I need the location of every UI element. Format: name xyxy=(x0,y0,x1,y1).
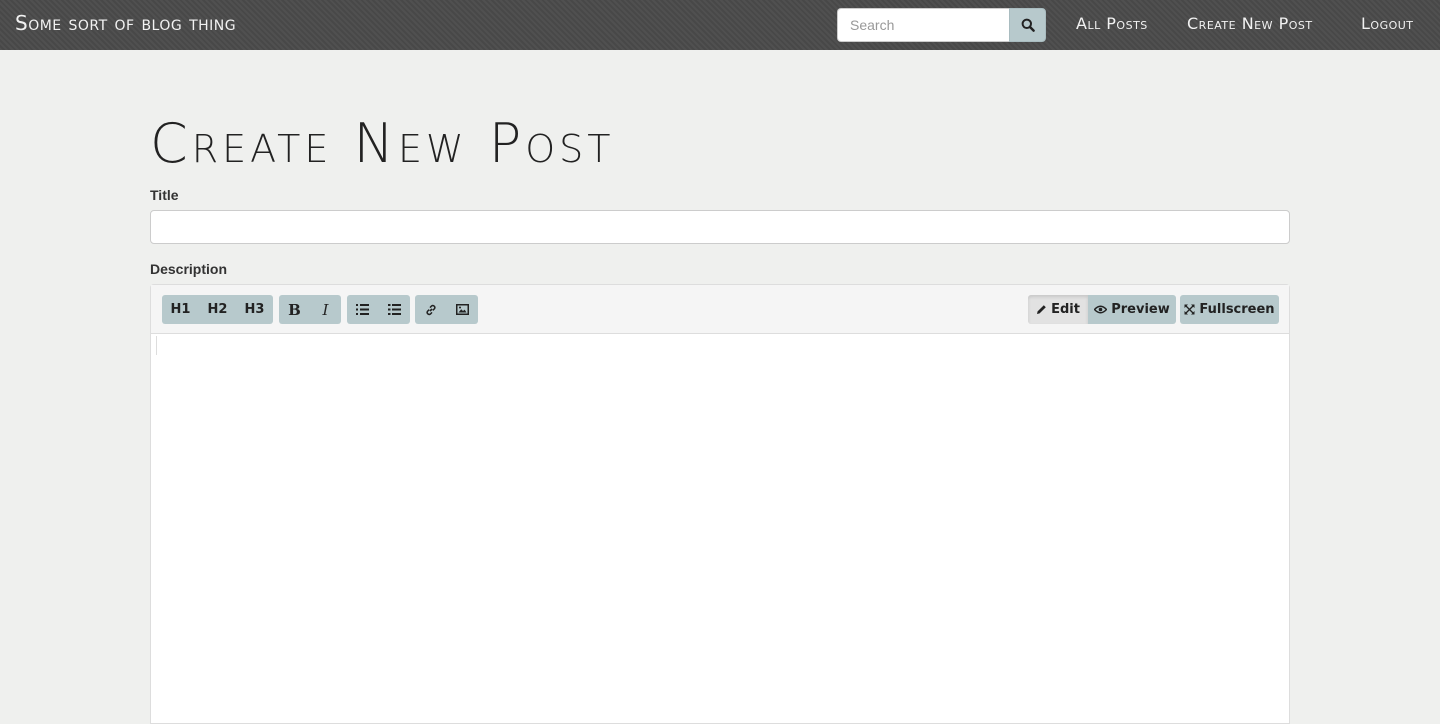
heading-button-group: H1 H2 H3 xyxy=(162,295,273,324)
link-button[interactable] xyxy=(415,295,446,324)
nav-logout[interactable]: Logout xyxy=(1361,14,1414,33)
h1-button[interactable]: H1 xyxy=(162,295,199,324)
ordered-list-icon xyxy=(387,304,401,315)
nav-create-new-post[interactable]: Create New Post xyxy=(1187,14,1313,33)
list-button-group xyxy=(347,295,410,324)
page-title: Create New Post xyxy=(150,112,615,175)
ordered-list-button[interactable] xyxy=(378,295,410,324)
unordered-list-icon xyxy=(356,304,369,315)
fullscreen-icon xyxy=(1184,304,1195,315)
search-icon xyxy=(1021,18,1035,32)
format-button-group: B I xyxy=(279,295,341,324)
fullscreen-label: Fullscreen xyxy=(1199,302,1275,317)
h2-button[interactable]: H2 xyxy=(199,295,236,324)
italic-button[interactable]: I xyxy=(310,295,341,324)
image-icon xyxy=(455,304,469,315)
navbar: Some sort of blog thing All Posts Create… xyxy=(0,0,1440,50)
editor-toolbar: H1 H2 H3 B I Edit Preview Fullscreen xyxy=(151,285,1289,334)
nav-all-posts[interactable]: All Posts xyxy=(1076,14,1148,33)
editor-textarea[interactable] xyxy=(151,334,1289,714)
search-button[interactable] xyxy=(1009,8,1046,42)
eye-icon xyxy=(1094,305,1108,314)
fullscreen-button-group: Fullscreen xyxy=(1180,295,1279,324)
preview-label: Preview xyxy=(1111,302,1170,317)
fullscreen-button[interactable]: Fullscreen xyxy=(1180,295,1279,324)
bold-button[interactable]: B xyxy=(279,295,310,324)
markdown-editor: H1 H2 H3 B I Edit Preview Fullscreen xyxy=(150,284,1290,724)
search-input[interactable] xyxy=(837,8,1009,42)
edit-mode-button[interactable]: Edit xyxy=(1028,295,1088,324)
mode-button-group: Edit Preview xyxy=(1028,295,1176,324)
title-input[interactable] xyxy=(150,210,1290,244)
image-button[interactable] xyxy=(446,295,478,324)
h3-button[interactable]: H3 xyxy=(236,295,273,324)
brand-title[interactable]: Some sort of blog thing xyxy=(15,11,236,35)
title-label: Title xyxy=(150,187,179,203)
pencil-icon xyxy=(1037,305,1046,314)
edit-label: Edit xyxy=(1051,302,1080,317)
description-label: Description xyxy=(150,261,228,277)
text-cursor xyxy=(156,336,157,355)
preview-mode-button[interactable]: Preview xyxy=(1088,295,1176,324)
link-icon xyxy=(425,304,436,315)
unordered-list-button[interactable] xyxy=(347,295,378,324)
insert-button-group xyxy=(415,295,478,324)
